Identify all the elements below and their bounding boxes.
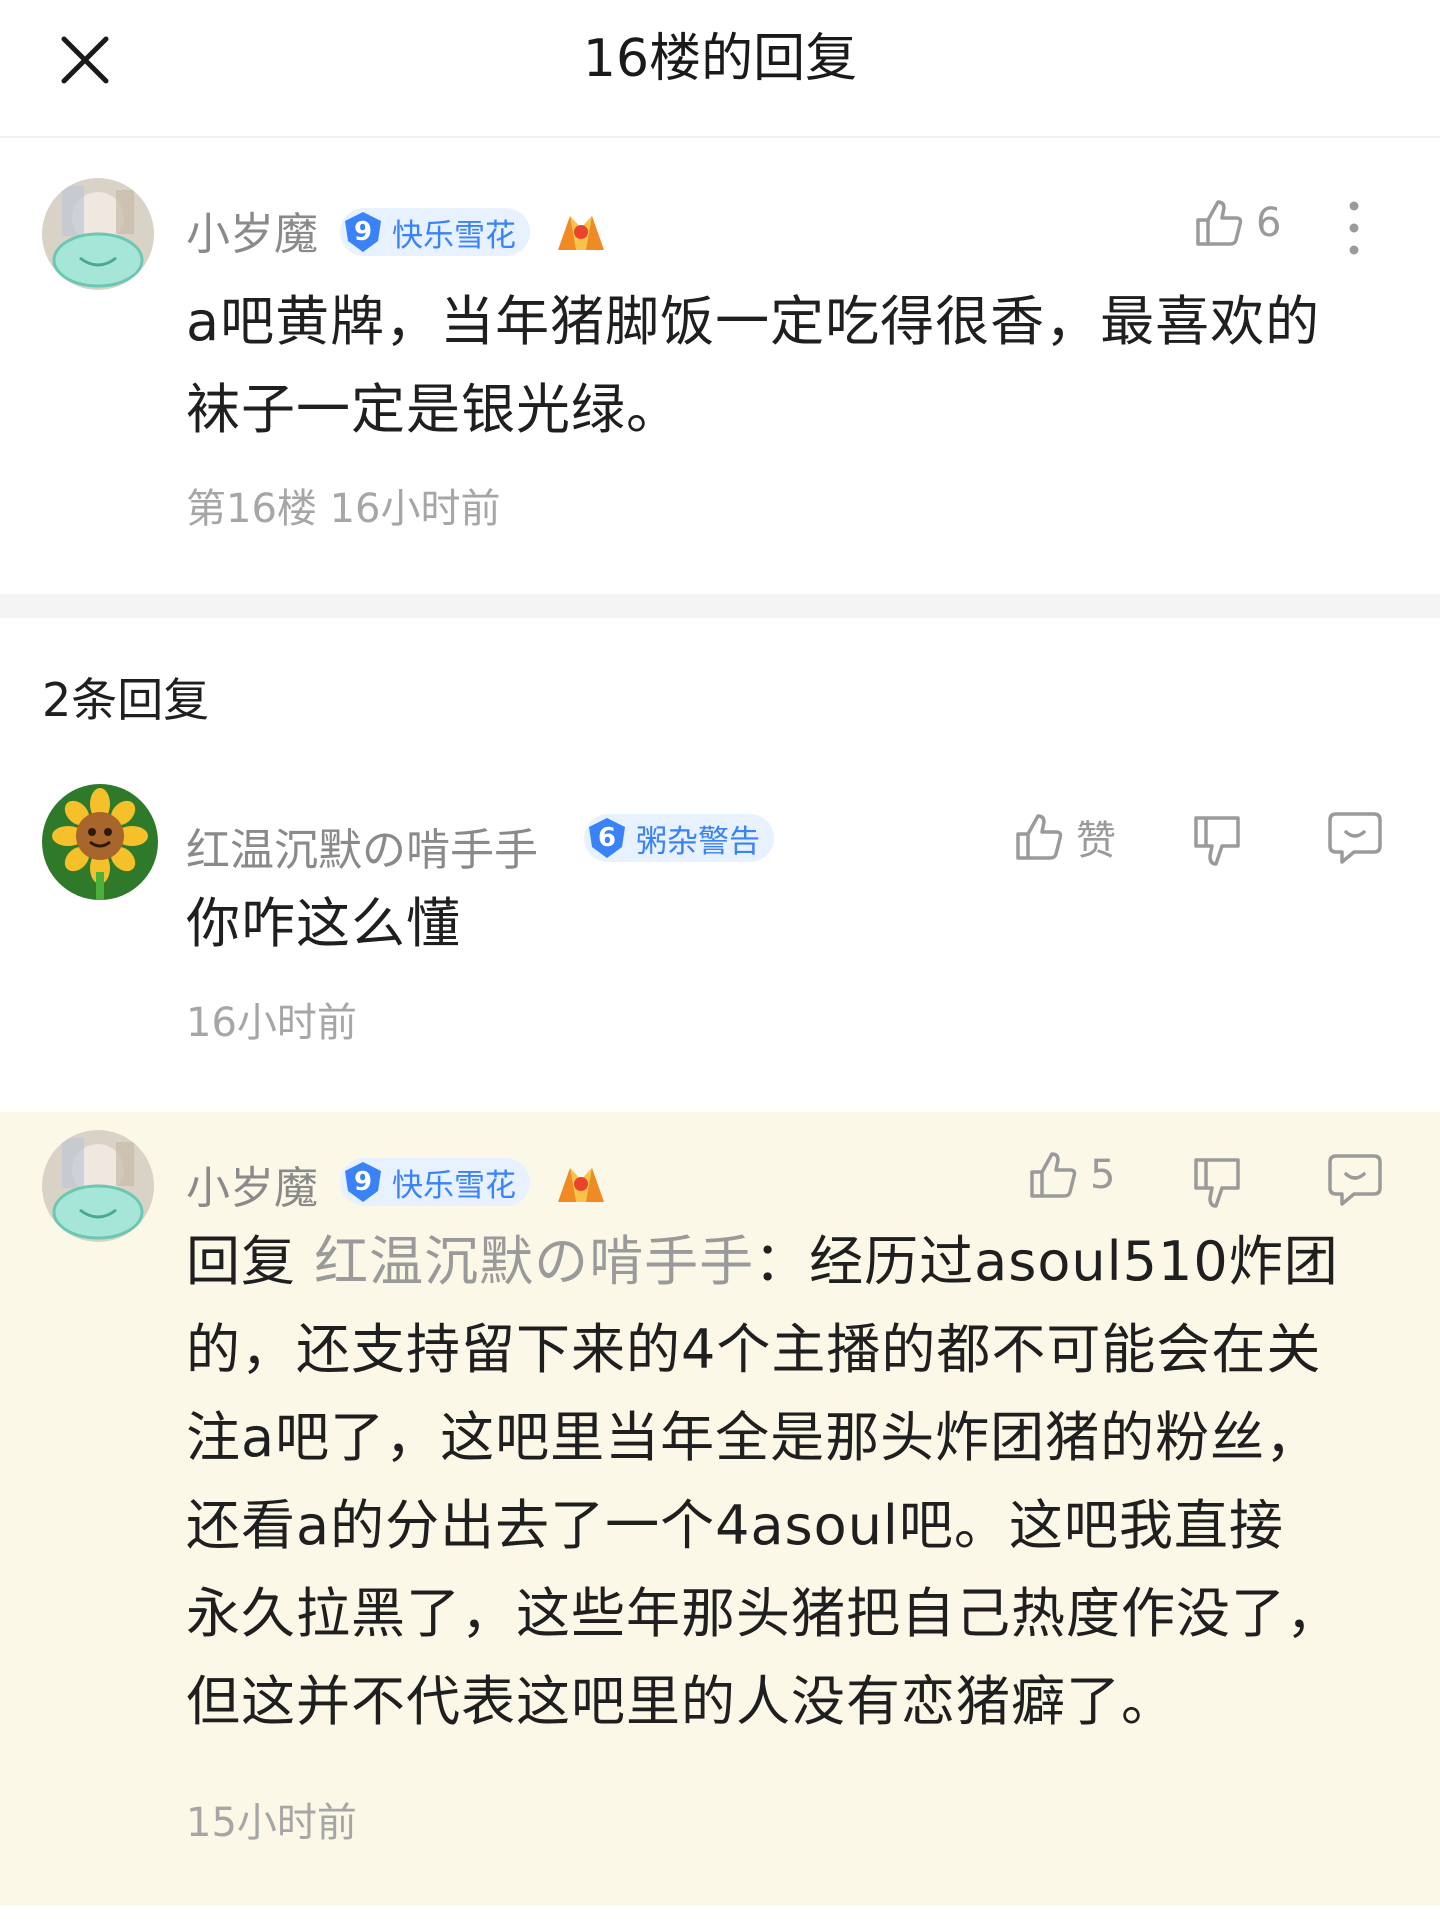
level-shield-icon: 9	[340, 1159, 386, 1205]
comment-icon	[1328, 1154, 1382, 1206]
thumbs-up-icon	[1030, 1152, 1077, 1198]
comment-icon	[1328, 812, 1382, 864]
reply-prefix: 回复	[186, 1230, 296, 1293]
like-button[interactable]: 5	[1026, 1148, 1115, 1202]
dislike-button[interactable]	[1190, 1154, 1244, 1212]
floor-post: 小岁魔 9 快乐雪花 6 a吧黄牌，当年猪脚饭一定吃得很香，最喜欢的 袜子一定是…	[0, 140, 1440, 592]
level-badge: 6 粥杂警告	[584, 814, 774, 862]
reply-item-highlighted: 小岁魔 9 快乐雪花 5 回复 红温沉默の啃手手：经历过asoul510炸团 的…	[0, 1112, 1440, 1906]
reply-content: 回复 红温沉默の啃手手：经历过asoul510炸团 的，还支持留下来的4个主播的…	[186, 1230, 1341, 1733]
level-shield-icon: 9	[340, 209, 386, 255]
author-name[interactable]: 小岁魔	[186, 1152, 318, 1216]
thumbs-up-icon	[1016, 814, 1063, 860]
like-button[interactable]: 6	[1192, 196, 1281, 250]
medal-icon	[558, 216, 604, 250]
section-divider	[0, 594, 1440, 618]
like-button[interactable]: 赞	[1012, 808, 1116, 866]
level-shield-icon: 6	[584, 815, 630, 861]
reply-time: 15小时前	[186, 1800, 357, 1846]
level-badge: 9 快乐雪花	[340, 1158, 530, 1206]
reply-button[interactable]	[1326, 1150, 1384, 1208]
more-vertical-icon	[1349, 201, 1359, 255]
reply-content: 你咋这么懂	[186, 892, 461, 955]
reply-button[interactable]	[1326, 808, 1384, 866]
page-title: 16楼的回复	[582, 29, 858, 89]
top-bar: 16楼的回复	[0, 0, 1440, 138]
more-options-button[interactable]	[1340, 200, 1368, 256]
thumbs-down-icon	[1194, 816, 1240, 866]
thumbs-down-icon	[1194, 1158, 1240, 1208]
level-badge: 9 快乐雪花	[340, 208, 530, 256]
author-name[interactable]: 小岁魔	[186, 198, 318, 262]
avatar[interactable]	[42, 784, 158, 900]
dislike-button[interactable]	[1190, 812, 1244, 870]
mention-link[interactable]: 红温沉默の啃手手	[314, 1230, 754, 1293]
medal-icon	[558, 1168, 604, 1202]
reply-time: 16小时前	[186, 1000, 357, 1046]
author-name[interactable]: 红温沉默の啃手手	[186, 814, 538, 878]
post-meta: 第16楼 16小时前	[186, 486, 501, 532]
avatar[interactable]	[42, 1130, 154, 1242]
avatar[interactable]	[42, 178, 154, 290]
thumbs-up-icon	[1196, 200, 1243, 246]
post-content: a吧黄牌，当年猪脚饭一定吃得很香，最喜欢的 袜子一定是银光绿。	[186, 290, 1321, 441]
replies-count-title: 2条回复	[42, 673, 210, 727]
